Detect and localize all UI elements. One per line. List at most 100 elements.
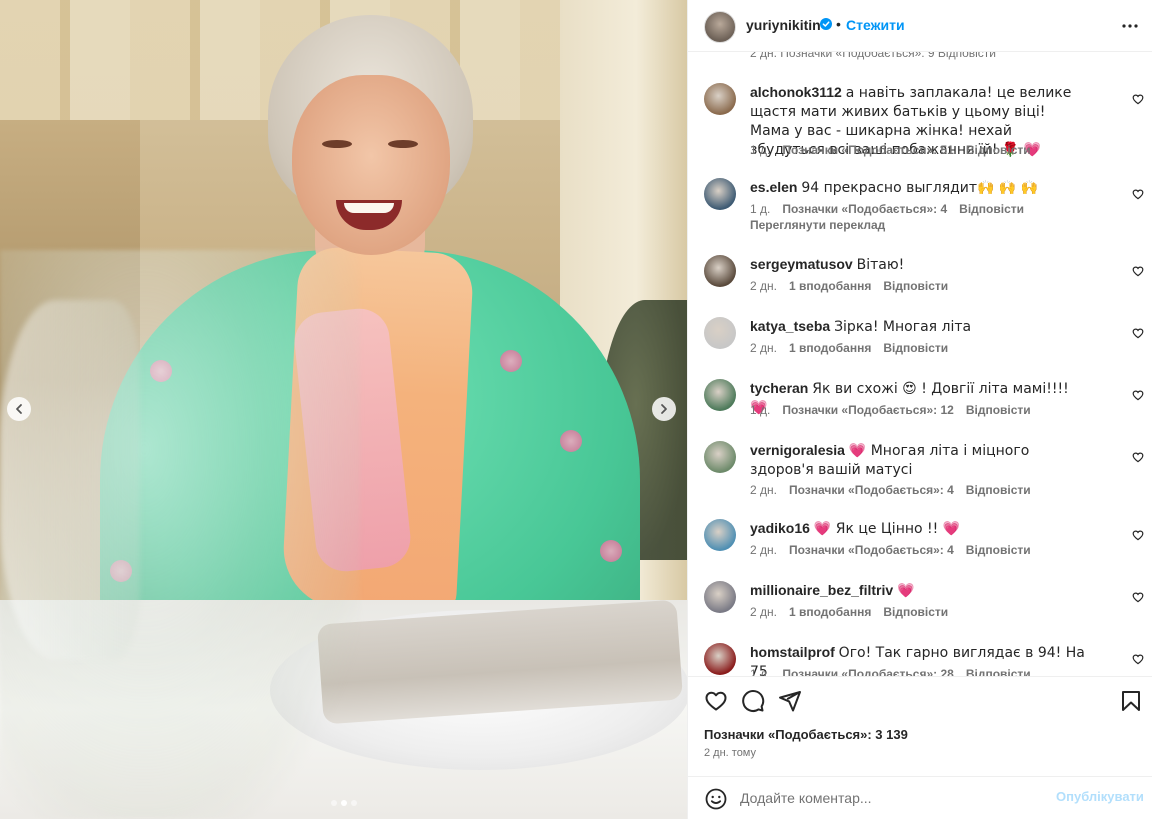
comment-avatar[interactable] xyxy=(704,317,736,349)
comment-avatar[interactable] xyxy=(704,519,736,551)
comment-body: es.elen 94 прекрасно выглядит🙌 🙌 🙌 xyxy=(750,178,1086,197)
comment-body: katya_tseba Зірка! Многая літа xyxy=(750,317,1086,336)
comment-time[interactable]: 2 дн. xyxy=(750,543,777,557)
comment-bubble-icon[interactable] xyxy=(741,689,765,713)
comment-likes[interactable]: Позначки «Подобається»: 4 xyxy=(789,483,954,497)
comment-username[interactable]: millionaire_bez_filtriv xyxy=(750,582,893,598)
comment-avatar[interactable] xyxy=(704,441,736,473)
carousel-prev-button[interactable] xyxy=(7,397,31,421)
post-photo[interactable] xyxy=(0,0,687,819)
comment-reply-button[interactable]: Відповісти xyxy=(883,341,948,355)
comment-time[interactable]: 1 д. xyxy=(750,202,770,216)
comment-avatar[interactable] xyxy=(704,581,736,613)
author-avatar[interactable] xyxy=(704,11,736,43)
chevron-left-icon xyxy=(16,404,22,414)
more-options-icon[interactable] xyxy=(1120,16,1140,36)
smiley-icon[interactable] xyxy=(704,787,728,811)
photo-wine-glass-left xyxy=(0,300,140,660)
comment-avatar[interactable] xyxy=(704,379,736,411)
comment-body: vernigoralesia 💗 Многая літа і міцного з… xyxy=(750,441,1086,479)
bookmark-icon[interactable] xyxy=(1119,689,1143,713)
comment-meta: 2 дн. 1 вподобання Відповісти xyxy=(750,341,948,355)
comment-meta: 2 дн. 1 вподобання Відповісти xyxy=(750,605,948,619)
add-comment-bar: Опублікувати xyxy=(688,776,1152,819)
comment-time[interactable]: 2 дн. xyxy=(750,279,777,293)
comment-reply-button[interactable]: Відповісти xyxy=(966,403,1031,417)
comment-meta: 1 д. Позначки «Подобається»: 4 Відповісти xyxy=(750,202,1024,216)
comment-meta: 1 д. Позначки «Подобається»: 12 Відповісти xyxy=(750,403,1031,417)
see-translation-button[interactable]: Переглянути переклад xyxy=(750,218,885,232)
comment-likes[interactable]: Позначки «Подобається»: 4 xyxy=(782,202,947,216)
carousel-dot xyxy=(331,800,337,806)
carousel-dots xyxy=(331,800,357,806)
comment-avatar[interactable] xyxy=(704,83,736,115)
comment-meta: 1 д. Позначки «Подобається»: 28 Відповісти xyxy=(750,667,1031,676)
comment-input[interactable] xyxy=(740,785,1040,811)
author-username[interactable]: yuriynikitin xyxy=(746,17,821,33)
photo-eye-right xyxy=(388,140,418,148)
comment-time[interactable]: 2 дн. xyxy=(750,483,777,497)
heart-outline-icon[interactable] xyxy=(704,689,728,713)
comment-like-heart-icon[interactable] xyxy=(1132,653,1144,665)
comment-time[interactable]: 2 дн. xyxy=(750,605,777,619)
comment-likes[interactable]: 1 вподобання xyxy=(789,341,871,355)
comment-avatar[interactable] xyxy=(704,643,736,675)
comment-time[interactable]: 1 д. xyxy=(750,143,770,157)
comment-likes[interactable]: Позначки «Подобається»: 12 xyxy=(782,403,953,417)
publish-button[interactable]: Опублікувати xyxy=(1056,789,1144,804)
comment-body: yadiko16 💗 Як це Цінно !! 💗 xyxy=(750,519,1086,538)
likes-count[interactable]: Позначки «Подобається»: 3 139 xyxy=(704,727,908,742)
comment-likes[interactable]: Позначки «Подобається»: 4 xyxy=(789,543,954,557)
comment-reply-button[interactable]: Відповісти xyxy=(959,202,1024,216)
photo-flower xyxy=(560,430,582,452)
comment-likes[interactable]: 1 вподобання xyxy=(789,605,871,619)
comment-time[interactable]: 1 д. xyxy=(750,667,770,676)
comment-text: Зірка! Многая літа xyxy=(834,319,972,335)
photo-flower xyxy=(500,350,522,372)
comment-reply-button[interactable]: Відповісти xyxy=(966,667,1031,676)
comment-like-heart-icon[interactable] xyxy=(1132,327,1144,339)
carousel-next-button[interactable] xyxy=(652,397,676,421)
comment-like-heart-icon[interactable] xyxy=(1132,389,1144,401)
comment-meta: 2 дн. Позначки «Подобається»: 4 Відповісти xyxy=(750,483,1031,497)
photo-flower xyxy=(600,540,622,562)
post-header: yuriynikitin • Стежити xyxy=(688,0,1152,52)
comment-likes[interactable]: Позначки «Подобається»: 28 xyxy=(782,667,953,676)
comment-username[interactable]: es.elen xyxy=(750,179,797,195)
follow-button[interactable]: Стежити xyxy=(846,17,905,33)
comment-likes[interactable]: Позначки «Подобається»: 51 xyxy=(782,143,953,157)
comment-username[interactable]: alchonok3112 xyxy=(750,84,842,100)
comment-like-heart-icon[interactable] xyxy=(1132,93,1144,105)
comment-meta: 2 дн. Позначки «Подобається»: 4 Відповісти xyxy=(750,543,1031,557)
comment-reply-button[interactable]: Відповісти xyxy=(966,543,1031,557)
comment-time[interactable]: 2 дн. xyxy=(750,341,777,355)
comment-username[interactable]: sergeymatusov xyxy=(750,256,853,272)
comment-text: 💗 xyxy=(897,583,915,599)
carousel-dot xyxy=(351,800,357,806)
comment-username[interactable]: tycheran xyxy=(750,380,808,396)
comment-reply-button[interactable]: Відповісти xyxy=(966,483,1031,497)
paper-plane-icon[interactable] xyxy=(778,689,802,713)
comments-list[interactable]: 2 дн. Позначки «Подобається»: 9 Відповіс… xyxy=(688,52,1152,676)
comment-like-heart-icon[interactable] xyxy=(1132,451,1144,463)
comment-reply-button[interactable]: Відповісти xyxy=(883,279,948,293)
comment-username[interactable]: katya_tseba xyxy=(750,318,830,334)
comment-reply-button[interactable]: Відповісти xyxy=(883,605,948,619)
comment-username[interactable]: vernigoralesia xyxy=(750,442,845,458)
post-side-panel: yuriynikitin • Стежити 2 дн. Позначки «П… xyxy=(687,0,1152,819)
comment-username[interactable]: homstailprof xyxy=(750,644,835,660)
comment-body: millionaire_bez_filtriv 💗 xyxy=(750,581,1086,600)
comment-like-heart-icon[interactable] xyxy=(1132,188,1144,200)
comment-username[interactable]: yadiko16 xyxy=(750,520,810,536)
post-actions: Позначки «Подобається»: 3 139 2 дн. тому xyxy=(688,676,1152,776)
comment-avatar[interactable] xyxy=(704,178,736,210)
comment-reply-button[interactable]: Відповісти xyxy=(966,143,1031,157)
comment-like-heart-icon[interactable] xyxy=(1132,265,1144,277)
comment-like-heart-icon[interactable] xyxy=(1132,591,1144,603)
comment-likes[interactable]: 1 вподобання xyxy=(789,279,871,293)
comment-text: 💗 Як це Цінно !! 💗 xyxy=(813,521,961,537)
comment-avatar[interactable] xyxy=(704,255,736,287)
comment-like-heart-icon[interactable] xyxy=(1132,529,1144,541)
post-timestamp[interactable]: 2 дн. тому xyxy=(704,747,756,759)
comment-time[interactable]: 1 д. xyxy=(750,403,770,417)
